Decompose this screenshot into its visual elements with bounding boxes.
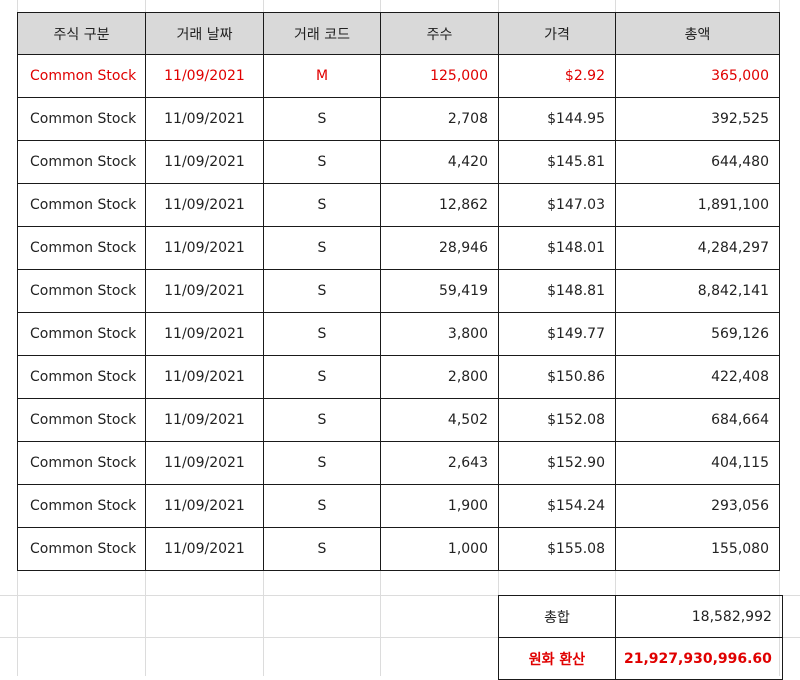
header-stock-type[interactable]: 주식 구분 [17,12,146,55]
cell-trade-code[interactable]: S [263,140,381,184]
cell-total[interactable]: 404,115 [615,441,780,485]
table-row: Common Stock 11/09/2021 S 59,419 $148.81 8,84… [17,269,780,313]
cell-shares[interactable]: 4,420 [380,140,499,184]
table-row: Common Stock 11/09/2021 S 2,800 $150.86 422,4… [17,355,780,399]
cell-price[interactable]: $147.03 [498,183,616,227]
cell-stock-type[interactable]: Common Stock [17,97,146,141]
cell-shares[interactable]: 125,000 [380,54,499,98]
cell-shares[interactable]: 2,708 [380,97,499,141]
table-row: Common Stock 11/09/2021 S 2,708 $144.95 392,5… [17,97,780,141]
cell-price[interactable]: $150.86 [498,355,616,399]
cell-stock-type[interactable]: Common Stock [17,183,146,227]
summary-krw-row: 원화 환산 21,927,930,996.60 [498,637,783,680]
header-price[interactable]: 가격 [498,12,616,55]
cell-stock-type[interactable]: Common Stock [17,312,146,356]
cell-shares[interactable]: 4,502 [380,398,499,442]
table-row: Common Stock 11/09/2021 S 4,420 $145.81 644,4… [17,140,780,184]
summary-table: 총합 18,582,992 원화 환산 21,927,930,996.60 [498,595,783,680]
cell-trade-date[interactable]: 11/09/2021 [145,54,264,98]
cell-total[interactable]: 365,000 [615,54,780,98]
cell-shares[interactable]: 2,800 [380,355,499,399]
cell-total[interactable]: 569,126 [615,312,780,356]
table-row: Common Stock 11/09/2021 S 3,800 $149.77 569,1… [17,312,780,356]
cell-shares[interactable]: 1,000 [380,527,499,571]
cell-total[interactable]: 392,525 [615,97,780,141]
cell-trade-code[interactable]: S [263,312,381,356]
table-row: Common Stock 11/09/2021 S 2,643 $152.90 404,1… [17,441,780,485]
summary-total-value[interactable]: 18,582,992 [615,595,783,638]
cell-stock-type[interactable]: Common Stock [17,226,146,270]
header-trade-date[interactable]: 거래 날짜 [145,12,264,55]
cell-stock-type[interactable]: Common Stock [17,140,146,184]
cell-shares[interactable]: 28,946 [380,226,499,270]
cell-trade-code[interactable]: S [263,97,381,141]
header-trade-code[interactable]: 거래 코드 [263,12,381,55]
cell-total[interactable]: 422,408 [615,355,780,399]
cell-trade-code[interactable]: S [263,226,381,270]
cell-trade-date[interactable]: 11/09/2021 [145,183,264,227]
cell-price[interactable]: $148.01 [498,226,616,270]
cell-trade-date[interactable]: 11/09/2021 [145,97,264,141]
cell-total[interactable]: 293,056 [615,484,780,528]
cell-stock-type[interactable]: Common Stock [17,269,146,313]
table-row: Common Stock 11/09/2021 M 125,000 $2.92 365,0… [17,54,780,98]
cell-shares[interactable]: 12,862 [380,183,499,227]
cell-total[interactable]: 644,480 [615,140,780,184]
table-row: Common Stock 11/09/2021 S 12,862 $147.03 1,89… [17,183,780,227]
cell-price[interactable]: $144.95 [498,97,616,141]
cell-trade-date[interactable]: 11/09/2021 [145,312,264,356]
cell-trade-code[interactable]: S [263,355,381,399]
cell-trade-code[interactable]: S [263,269,381,313]
table-row: Common Stock 11/09/2021 S 4,502 $152.08 684,6… [17,398,780,442]
cell-trade-code[interactable]: S [263,183,381,227]
cell-trade-date[interactable]: 11/09/2021 [145,484,264,528]
header-total[interactable]: 총액 [615,12,780,55]
cell-stock-type[interactable]: Common Stock [17,398,146,442]
cell-trade-date[interactable]: 11/09/2021 [145,355,264,399]
cell-stock-type[interactable]: Common Stock [17,527,146,571]
cell-total[interactable]: 4,284,297 [615,226,780,270]
table-row: Common Stock 11/09/2021 S 28,946 $148.01 4,28… [17,226,780,270]
cell-shares[interactable]: 3,800 [380,312,499,356]
stock-transactions-table: 주식 구분 거래 날짜 거래 코드 주수 가격 총액 Common Stock 1… [17,12,780,571]
cell-trade-date[interactable]: 11/09/2021 [145,398,264,442]
cell-trade-code[interactable]: S [263,484,381,528]
cell-trade-date[interactable]: 11/09/2021 [145,269,264,313]
summary-total-row: 총합 18,582,992 [498,595,783,638]
cell-price[interactable]: $149.77 [498,312,616,356]
cell-price[interactable]: $152.08 [498,398,616,442]
cell-shares[interactable]: 59,419 [380,269,499,313]
cell-price[interactable]: $145.81 [498,140,616,184]
cell-trade-date[interactable]: 11/09/2021 [145,140,264,184]
cell-price[interactable]: $2.92 [498,54,616,98]
header-row: 주식 구분 거래 날짜 거래 코드 주수 가격 총액 [17,12,780,55]
cell-stock-type[interactable]: Common Stock [17,54,146,98]
cell-trade-code[interactable]: S [263,527,381,571]
cell-price[interactable]: $152.90 [498,441,616,485]
cell-price[interactable]: $154.24 [498,484,616,528]
cell-stock-type[interactable]: Common Stock [17,355,146,399]
summary-krw-label[interactable]: 원화 환산 [498,637,616,680]
cell-total[interactable]: 1,891,100 [615,183,780,227]
cell-total[interactable]: 8,842,141 [615,269,780,313]
cell-stock-type[interactable]: Common Stock [17,441,146,485]
cell-total[interactable]: 155,080 [615,527,780,571]
cell-stock-type[interactable]: Common Stock [17,484,146,528]
cell-price[interactable]: $148.81 [498,269,616,313]
summary-krw-value[interactable]: 21,927,930,996.60 [615,637,783,680]
cell-trade-date[interactable]: 11/09/2021 [145,527,264,571]
header-shares[interactable]: 주수 [380,12,499,55]
cell-trade-date[interactable]: 11/09/2021 [145,226,264,270]
cell-shares[interactable]: 1,900 [380,484,499,528]
summary-total-label[interactable]: 총합 [498,595,616,638]
cell-trade-date[interactable]: 11/09/2021 [145,441,264,485]
cell-trade-code[interactable]: S [263,398,381,442]
table-row: Common Stock 11/09/2021 S 1,000 $155.08 155,0… [17,527,780,571]
cell-total[interactable]: 684,664 [615,398,780,442]
cell-price[interactable]: $155.08 [498,527,616,571]
cell-trade-code[interactable]: M [263,54,381,98]
cell-trade-code[interactable]: S [263,441,381,485]
cell-shares[interactable]: 2,643 [380,441,499,485]
table-row: Common Stock 11/09/2021 S 1,900 $154.24 293,0… [17,484,780,528]
